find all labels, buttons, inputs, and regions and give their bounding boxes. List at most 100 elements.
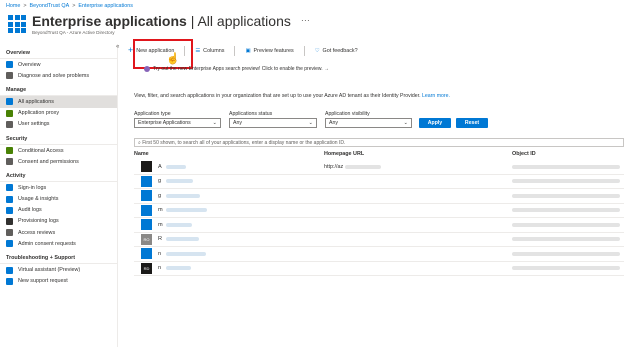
redacted-name xyxy=(166,179,193,184)
sidebar-section-title: Overview xyxy=(0,48,117,59)
app-icon xyxy=(141,175,152,187)
sidebar-item[interactable]: Overview xyxy=(0,59,117,70)
app-icon xyxy=(141,190,152,202)
breadcrumb-separator: > xyxy=(72,3,76,9)
redacted-url xyxy=(345,164,382,169)
table-row[interactable]: n xyxy=(134,247,624,262)
preview-icon: ▣ xyxy=(245,47,251,54)
application-visibility-dropdown[interactable]: Any ⌄ xyxy=(325,118,412,128)
column-header-homepage-url[interactable]: Homepage URL xyxy=(324,151,364,157)
sidebar-item-label: Admin consent requests xyxy=(18,240,76,247)
search-input[interactable]: ⌕ First 50 shown, to search all of your … xyxy=(134,138,624,147)
redacted-name xyxy=(166,208,207,213)
apply-button[interactable]: Apply xyxy=(419,118,451,128)
feedback-label: Got feedback? xyxy=(322,47,358,54)
table-row[interactable]: RO R xyxy=(134,233,624,247)
sidebar-item[interactable]: Diagnose and solve problems xyxy=(0,70,117,81)
chevron-down-icon: ⌄ xyxy=(308,120,313,126)
redacted-object-id xyxy=(512,179,620,184)
app-name[interactable]: n xyxy=(158,265,166,271)
application-type-dropdown[interactable]: Enterprise Applications ⌄ xyxy=(134,118,221,128)
sidebar-item-label: Audit logs xyxy=(18,207,42,214)
table-row[interactable]: Ahttp://az xyxy=(134,160,624,175)
sidebar-item[interactable]: Conditional Access xyxy=(0,145,117,156)
sidebar-item[interactable]: Admin consent requests xyxy=(0,238,117,249)
chevron-down-icon: ⌄ xyxy=(212,120,217,126)
sidebar-item-label: Overview xyxy=(18,61,41,68)
assistant-icon xyxy=(6,266,13,274)
toolbar-divider xyxy=(234,45,236,56)
sidebar-item-label: Access reviews xyxy=(18,229,56,236)
grid-icon xyxy=(6,98,13,106)
app-icon xyxy=(141,219,152,231)
more-options-button[interactable]: ··· xyxy=(301,15,310,25)
sidebar-item-label: Application proxy xyxy=(18,110,60,117)
sidebar-item[interactable]: Audit logs xyxy=(0,205,117,216)
breadcrumb-enterprise-apps[interactable]: Enterprise applications xyxy=(78,3,133,9)
application-status-dropdown[interactable]: Any ⌄ xyxy=(229,118,317,128)
sidebar-item[interactable]: Access reviews xyxy=(0,227,117,238)
app-icon xyxy=(141,161,152,173)
preview-banner[interactable]: Try out the new Enterprise Apps search p… xyxy=(144,66,329,72)
sidebar-item-label: Sign-in logs xyxy=(18,184,47,191)
sidebar-item-label: All applications xyxy=(18,98,54,105)
search-icon: ⌕ xyxy=(138,140,141,146)
sidebar-item-label: Usage & insights xyxy=(18,196,59,203)
preview-features-button[interactable]: ▣ Preview features xyxy=(245,48,293,54)
sidebar-item[interactable]: Usage & insights xyxy=(0,194,117,205)
sidebar-section-title: Activity xyxy=(0,171,117,183)
breadcrumb-tenant[interactable]: BeyondTrust QA xyxy=(30,3,70,9)
app-name[interactable]: g xyxy=(158,178,166,184)
sidebar: Overview Overview Diagnose and solve probl… xyxy=(0,44,118,347)
breadcrumb: Home > BeyondTrust QA > Enterprise appli… xyxy=(6,3,133,9)
columns-button[interactable]: ☰ Columns xyxy=(195,48,224,54)
table-row[interactable]: g xyxy=(134,175,624,189)
app-name[interactable]: m xyxy=(158,222,166,228)
redacted-object-id xyxy=(512,222,620,227)
table-row[interactable]: g xyxy=(134,189,624,204)
sidebar-item[interactable]: New support request xyxy=(0,276,117,287)
sidebar-item[interactable]: Virtual assistant (Preview) xyxy=(0,264,117,275)
collapse-sidebar-button[interactable]: « xyxy=(116,44,119,50)
sidebar-item[interactable]: Consent and permissions xyxy=(0,156,117,167)
feedback-icon: ♡ xyxy=(314,47,320,54)
intro-text: View, filter, and search applications in… xyxy=(134,93,450,99)
app-name[interactable]: n xyxy=(158,251,166,257)
app-name[interactable]: m xyxy=(158,207,166,213)
redacted-name xyxy=(166,222,192,227)
homepage-url: http://az xyxy=(324,164,382,170)
table-row[interactable]: RD n xyxy=(134,262,624,276)
app-name[interactable]: A xyxy=(158,164,166,170)
column-header-object-id[interactable]: Object ID xyxy=(512,151,536,157)
applications-table: Ahttp://az g g m m RO Rn RD n xyxy=(134,160,624,276)
page-title: Enterprise applications | All applicatio… xyxy=(32,13,291,29)
feedback-button[interactable]: ♡ Got feedback? xyxy=(315,48,358,54)
sidebar-item[interactable]: All applications xyxy=(0,96,117,108)
audit-icon xyxy=(6,206,13,214)
reset-button[interactable]: Reset xyxy=(456,118,488,128)
table-row[interactable]: m xyxy=(134,204,624,218)
learn-more-link[interactable]: Learn more. xyxy=(422,93,450,99)
column-header-name[interactable]: Name xyxy=(134,151,149,157)
list-icon xyxy=(6,229,13,237)
page-header: Enterprise applications | All applicatio… xyxy=(6,13,310,35)
app-name[interactable]: R xyxy=(158,236,166,242)
app-icon xyxy=(141,248,152,260)
sidebar-item[interactable]: Provisioning logs xyxy=(0,216,117,227)
chart-icon xyxy=(6,195,13,203)
sidebar-section-title: Troubleshooting + Support xyxy=(0,253,117,265)
sidebar-item[interactable]: Application proxy xyxy=(0,108,117,119)
table-row[interactable]: m xyxy=(134,218,624,233)
application-type-value: Enterprise Applications xyxy=(138,120,191,126)
redacted-object-id xyxy=(512,266,620,271)
page-title-main: Enterprise applications xyxy=(32,13,187,29)
sidebar-item[interactable]: User settings xyxy=(0,119,117,130)
redacted-name xyxy=(166,251,206,256)
sidebar-item-label: New support request xyxy=(18,278,68,285)
redacted-name xyxy=(166,164,186,169)
breadcrumb-home[interactable]: Home xyxy=(6,3,20,9)
app-name[interactable]: g xyxy=(158,193,166,199)
redacted-object-id xyxy=(512,237,620,242)
page-title-sub: | All applications xyxy=(186,13,291,29)
sidebar-item[interactable]: Sign-in logs xyxy=(0,182,117,193)
